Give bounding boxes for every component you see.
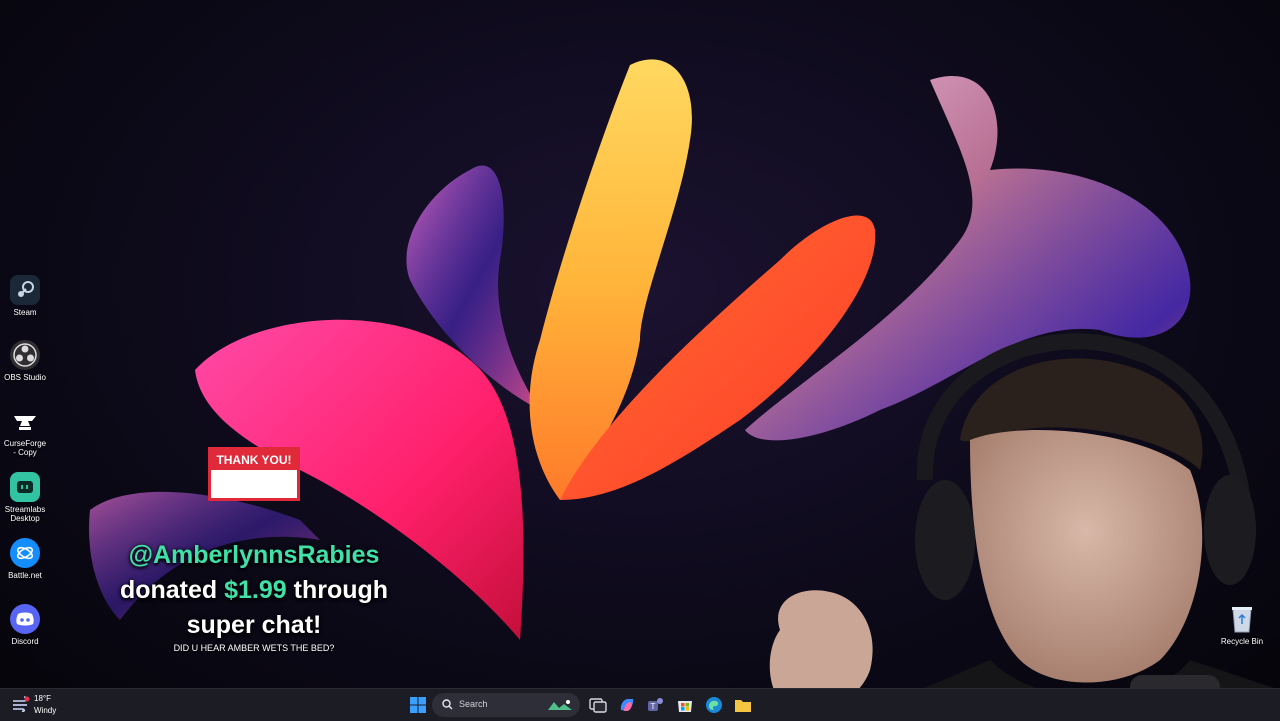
start-icon <box>410 697 426 713</box>
discord-icon <box>10 604 40 634</box>
streamlabs-icon <box>10 472 40 502</box>
teams-button[interactable]: T <box>646 695 666 715</box>
desktop-shortcut-discord[interactable]: Discord <box>2 604 48 646</box>
wind-icon <box>13 696 30 712</box>
curseforge-icon <box>10 406 40 436</box>
donation-word-through: through <box>293 576 389 604</box>
search-icon <box>442 699 453 710</box>
search-placeholder: Search <box>459 699 488 709</box>
weather-widget[interactable]: 18°F Windy <box>8 691 88 719</box>
donation-alert-card: THANK YOU! <box>208 447 300 501</box>
file-explorer-button[interactable] <box>733 695 753 715</box>
taskbar-search-box[interactable]: Search <box>432 693 580 717</box>
desktop-shortcut-obs-studio[interactable]: OBS Studio <box>2 340 48 382</box>
copilot-icon <box>620 699 634 711</box>
desktop-shortcut-label: Streamlabs Desktop <box>4 505 46 523</box>
copilot-button[interactable] <box>617 695 637 715</box>
desktop-shortcut-label: Discord <box>11 637 39 646</box>
donation-username: @AmberlynnsRabies <box>128 541 380 569</box>
edge-button[interactable] <box>704 695 724 715</box>
svg-text:T: T <box>651 702 656 711</box>
desktop-shortcut-steam[interactable]: Steam <box>2 275 48 317</box>
teams-icon: T <box>648 698 663 711</box>
desktop-shortcut-label: CurseForge - Copy <box>3 439 47 457</box>
weather-temperature: 18°F <box>34 694 51 703</box>
desktop-shortcut-label: OBS Studio <box>4 373 46 382</box>
desktop-shortcut-streamlabs[interactable]: Streamlabs Desktop <box>2 472 48 523</box>
donation-alert-title: THANK YOU! <box>211 450 297 470</box>
taskbar: 18°F Windy Search T <box>0 688 1280 721</box>
start-button[interactable] <box>408 695 428 715</box>
store-icon <box>678 701 692 712</box>
search-highlight-icon <box>548 700 572 710</box>
task-view-icon <box>589 698 607 713</box>
battlenet-icon <box>10 538 40 568</box>
weather-condition: Windy <box>34 706 57 715</box>
donation-source: super chat! <box>186 611 322 639</box>
desktop-shortcut-battlenet[interactable]: Battle.net <box>2 538 48 580</box>
file-explorer-icon <box>735 700 751 712</box>
donation-alert-text: @AmberlynnsRabies donated $1.99 through … <box>94 538 414 643</box>
webcam-overlay <box>769 333 1280 720</box>
desktop-shortcut-curseforge[interactable]: CurseForge - Copy <box>2 406 48 457</box>
donation-line: donated $1.99 through <box>94 573 414 608</box>
desktop-shortcut-label: Steam <box>13 308 37 317</box>
store-button[interactable] <box>675 695 695 715</box>
donation-word-donated: donated <box>119 576 218 604</box>
edge-icon <box>706 697 722 713</box>
steam-icon <box>10 275 40 305</box>
task-view-button[interactable] <box>588 695 608 715</box>
desktop-shortcut-label: Battle.net <box>8 571 42 580</box>
obs-icon <box>10 340 40 370</box>
donation-message: DID U HEAR AMBER WETS THE BED? <box>173 643 335 653</box>
donation-amount: $1.99 <box>224 576 287 604</box>
